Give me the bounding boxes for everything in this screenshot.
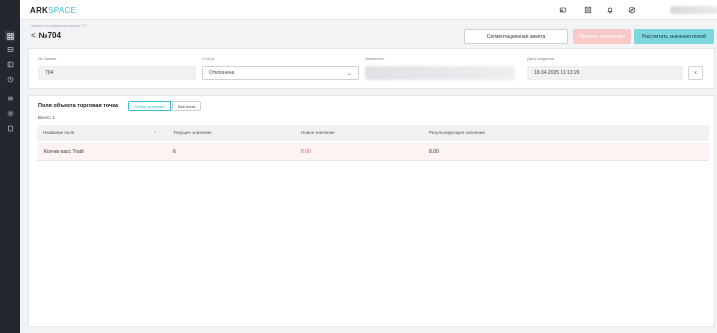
chevron-down-icon[interactable]: ⌄ <box>153 129 157 135</box>
grid-icon[interactable] <box>5 31 15 41</box>
calculate-fields-button[interactable]: Рассчитать значения полей <box>634 29 714 44</box>
total-count: Всего: 1 <box>38 115 55 120</box>
column-header-current: Текущее значение <box>173 130 212 135</box>
chevron-down-icon: ⌄ <box>346 71 352 77</box>
page-title: < №704 <box>31 31 61 40</box>
app-logo[interactable]: ARKSPACE <box>30 6 76 15</box>
segment-form-button[interactable]: Сегментационная анкета <box>464 29 568 44</box>
mail-icon[interactable] <box>558 5 568 15</box>
requester-label: Заявитель <box>365 56 385 61</box>
breadcrumb[interactable]: Заявки на редактирование ТТ <box>31 23 87 28</box>
settings-icon[interactable] <box>5 108 15 118</box>
compass-icon[interactable] <box>627 5 637 15</box>
request-number: №704 <box>38 31 61 40</box>
document-icon[interactable] <box>5 123 15 133</box>
toggle-new-value[interactable]: Новое значение <box>128 101 171 111</box>
approve-changes-button[interactable]: Принять изменения <box>573 29 631 44</box>
logo-main: ARK <box>30 6 49 15</box>
top-bar: ARKSPACE ⌄ <box>20 0 717 20</box>
created-date-field: 18.04.2025 11:13:26 <box>527 66 683 80</box>
layers-icon[interactable] <box>5 44 15 54</box>
column-header-result: Результирующее значение <box>429 130 485 135</box>
clock-icon[interactable] <box>5 74 15 84</box>
requester-field <box>365 66 515 80</box>
status-value: Отклонена <box>209 70 235 76</box>
section-title: Поля объекта торговая точка <box>38 103 119 109</box>
logo-accent: SPACE <box>48 6 77 15</box>
back-arrow-icon[interactable]: < <box>31 31 36 40</box>
request-info-card: № Заявки 704 Статус Отклонена ⌄ Заявител… <box>28 48 715 89</box>
list-icon[interactable] <box>5 93 15 103</box>
cell-field-name: Кол-во касс Tradi <box>44 149 84 155</box>
cell-current-value: 6 <box>173 149 176 155</box>
bell-icon[interactable] <box>605 5 615 15</box>
column-header-name[interactable]: Название поля <box>43 130 74 135</box>
table-row[interactable]: Кол-во касс Tradi 6 8.00 8.00 <box>37 143 709 161</box>
request-id-label: № Заявки <box>38 56 57 61</box>
toggle-all-fields[interactable]: Все поля <box>172 101 201 111</box>
panel-icon[interactable] <box>5 59 15 69</box>
request-id-field: 704 <box>38 66 196 80</box>
status-label: Статус <box>202 56 215 61</box>
table-header: Название поля ⌄ Текущее значение Новое з… <box>37 125 709 141</box>
user-menu[interactable] <box>670 6 717 14</box>
column-header-new: Новое значение <box>301 130 335 135</box>
status-select[interactable]: Отклонена ⌄ <box>202 66 359 80</box>
created-date-label: Дата создания <box>527 56 555 61</box>
cell-new-value: 8.00 <box>301 149 311 155</box>
apps-grid-icon[interactable] <box>583 5 593 15</box>
left-nav-rail <box>0 0 20 333</box>
close-icon[interactable]: x <box>688 66 703 80</box>
cell-result-value: 8.00 <box>429 149 439 155</box>
fields-card: Поля объекта торговая точка Новое значен… <box>28 95 715 327</box>
